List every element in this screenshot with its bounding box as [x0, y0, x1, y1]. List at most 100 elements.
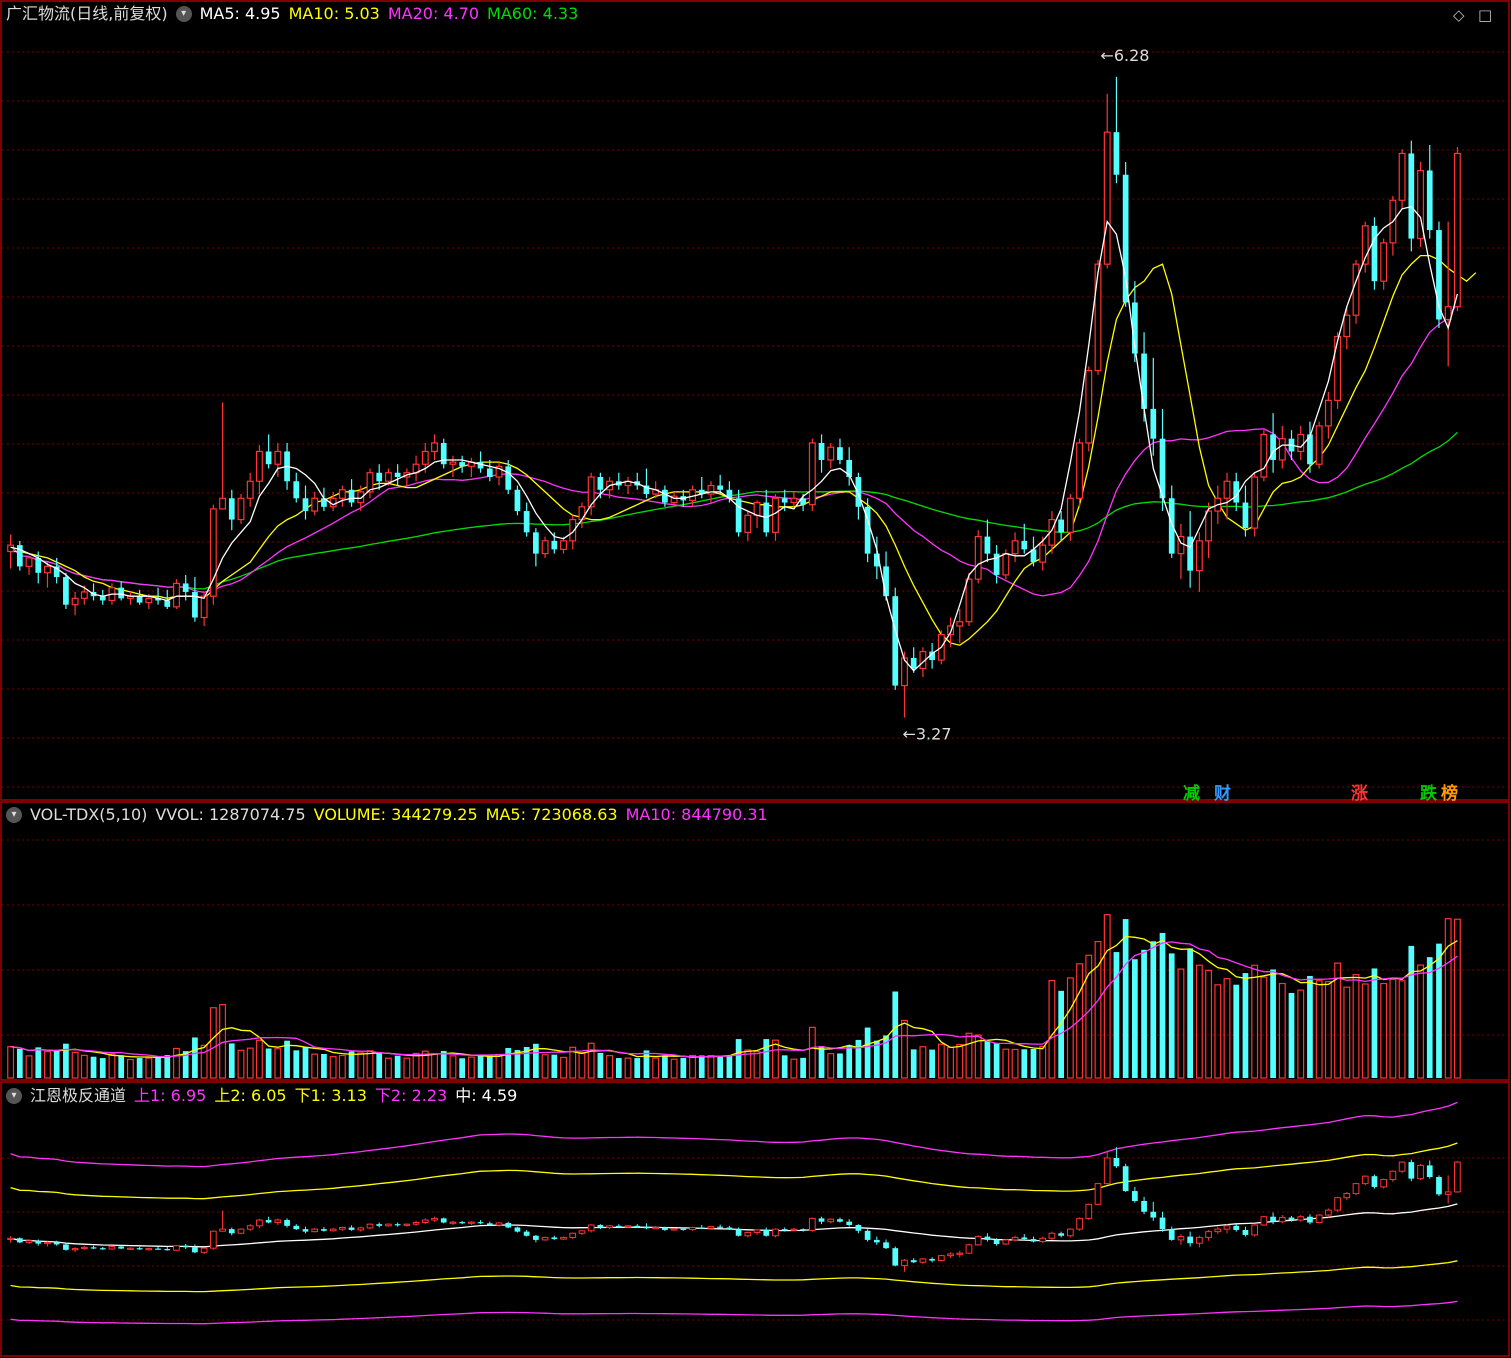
candle-body [717, 485, 724, 490]
channel-candle-body [1159, 1217, 1166, 1230]
channel-candle-body [919, 1258, 927, 1263]
channel-candle-body [1141, 1201, 1147, 1212]
channel-candle-body [228, 1229, 235, 1234]
volume-bar [1436, 943, 1442, 1078]
channel-candle-body [1270, 1216, 1276, 1222]
stock-chart-canvas[interactable]: ←6.28 ←3.27 [0, 0, 1511, 1358]
candle-body [1076, 442, 1084, 499]
channel-candle-body [1260, 1216, 1268, 1226]
volume-bar [597, 1052, 604, 1078]
candle-body [237, 497, 245, 521]
candle-body [1352, 263, 1360, 316]
tag-jian[interactable]: 减 [1183, 779, 1200, 804]
channel-candle-body [7, 1237, 14, 1240]
channel-candle-body [707, 1226, 715, 1229]
candle-body [173, 582, 180, 608]
channel-candle-body [965, 1244, 973, 1254]
candle-body [228, 498, 235, 520]
channel-candle-body [937, 1255, 945, 1262]
channel-candle-body [1103, 1157, 1111, 1185]
ma5-label: MA5: 4.95 [199, 4, 281, 23]
channel-candle-body [753, 1229, 761, 1233]
channel-candle-body [818, 1218, 825, 1222]
channel-candle-body [1223, 1225, 1231, 1230]
channel-candle-body [587, 1224, 595, 1232]
channel-candle-body [192, 1247, 198, 1253]
candle-body [1297, 433, 1305, 453]
channel-settings-icon[interactable]: ▾ [6, 1088, 22, 1104]
volume-bar [1122, 919, 1129, 1078]
volume-label: VOLUME: 344279.25 [313, 805, 478, 824]
channel-candle-body [883, 1242, 889, 1249]
channel-candle-body [1380, 1178, 1388, 1188]
channel-candle-body [173, 1245, 180, 1251]
channel-candle-body [1444, 1191, 1452, 1195]
volume-settings-icon[interactable]: ▾ [6, 807, 22, 823]
candle-body [348, 489, 355, 503]
channel-candle-body [71, 1248, 79, 1251]
channel-candle-body [338, 1226, 346, 1230]
channel-candle-body [1150, 1211, 1157, 1218]
volume-bar [818, 1046, 825, 1078]
candle-body [1021, 540, 1028, 550]
channel-candle-body [670, 1228, 678, 1231]
channel-candle-body [606, 1225, 613, 1228]
settings-icon[interactable]: ▾ [175, 6, 192, 22]
channel-candle-body [246, 1225, 254, 1230]
candle-body [1168, 498, 1175, 554]
channel-candle-body [956, 1252, 964, 1255]
channel-candle-body [763, 1229, 770, 1236]
volume-bar [321, 1053, 327, 1078]
channel-candle-body [63, 1244, 69, 1250]
candle-body [974, 535, 982, 580]
channel-candle-body [1278, 1217, 1286, 1223]
volume-bar [459, 1058, 466, 1078]
channel-candle-body [1076, 1217, 1083, 1230]
channel-candle-body [717, 1226, 724, 1228]
window-icon[interactable]: □ [1478, 6, 1492, 24]
ma10-label: MA10: 5.03 [288, 4, 380, 23]
volume-bar [615, 1058, 622, 1078]
channel-candle-body [864, 1230, 871, 1240]
volume-bar [781, 1055, 788, 1078]
candle-body [523, 511, 530, 533]
volume-bar [348, 1051, 355, 1078]
volume-bar [1187, 948, 1194, 1078]
volume-bar [892, 991, 899, 1078]
volume-bar [477, 1055, 484, 1078]
tag-zhang[interactable]: 涨 [1351, 779, 1368, 804]
channel-candle-body [1288, 1217, 1295, 1221]
candle-body [551, 540, 558, 550]
volume-bar [1021, 1049, 1028, 1078]
candle-body [431, 442, 438, 453]
channel-candle-body [1177, 1236, 1185, 1241]
channel-candle-body [643, 1226, 650, 1229]
candle-body [200, 595, 208, 619]
channel-candle-body [108, 1246, 116, 1250]
candle-body [541, 540, 549, 555]
channel-candle-body [1334, 1197, 1341, 1211]
volume-bar [376, 1053, 383, 1078]
tag-bang[interactable]: 榜 [1441, 779, 1458, 804]
channel-candle-body [689, 1226, 696, 1231]
volume-bar [726, 1055, 733, 1078]
volume-bar [763, 1039, 770, 1078]
diamond-icon[interactable]: ◇ [1453, 6, 1465, 24]
candle-body [1334, 335, 1342, 401]
volume-bar [910, 1049, 917, 1078]
channel-candle-body [800, 1229, 806, 1231]
channel-candle-body [403, 1223, 411, 1226]
volume-bar [1132, 959, 1138, 1078]
volume-bar [837, 1053, 843, 1078]
volume-bar [662, 1055, 668, 1078]
volume-bar [505, 1047, 512, 1078]
tag-die[interactable]: 跌 [1420, 779, 1437, 804]
channel-candle-body [99, 1248, 106, 1250]
channel-candle-body [127, 1247, 134, 1250]
up1-label: 上1: 6.95 [134, 1086, 207, 1105]
tag-cai[interactable]: 财 [1214, 779, 1231, 804]
candle-body [486, 468, 493, 477]
candle-body [376, 472, 383, 482]
channel-candle-body [348, 1227, 355, 1230]
channel-candle-body [1297, 1216, 1305, 1221]
